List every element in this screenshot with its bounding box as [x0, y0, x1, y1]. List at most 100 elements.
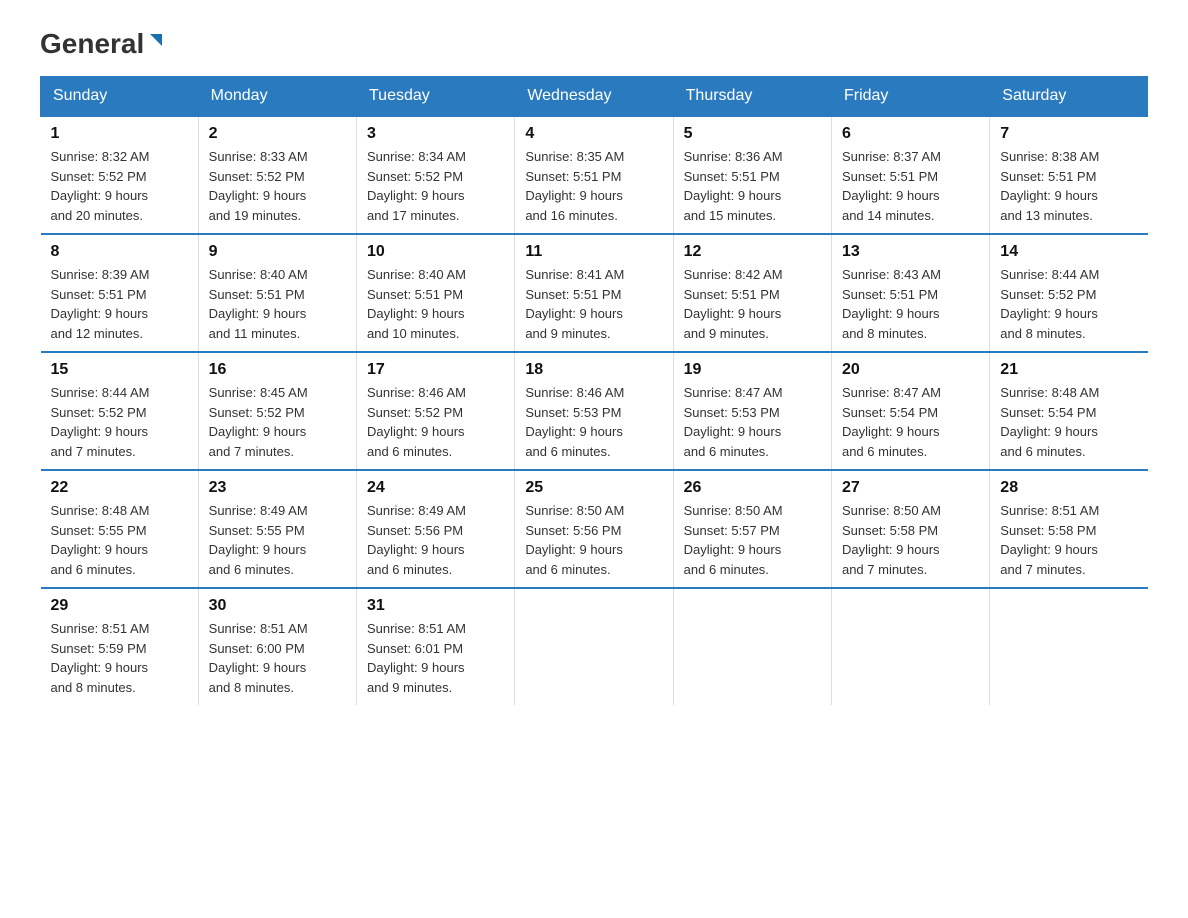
calendar-cell: 8 Sunrise: 8:39 AM Sunset: 5:51 PM Dayli… [41, 234, 199, 352]
day-info: Sunrise: 8:47 AM Sunset: 5:54 PM Dayligh… [842, 383, 979, 461]
day-info: Sunrise: 8:39 AM Sunset: 5:51 PM Dayligh… [51, 265, 188, 343]
calendar-cell: 12 Sunrise: 8:42 AM Sunset: 5:51 PM Dayl… [673, 234, 831, 352]
calendar-cell: 30 Sunrise: 8:51 AM Sunset: 6:00 PM Dayl… [198, 588, 356, 705]
day-info: Sunrise: 8:41 AM Sunset: 5:51 PM Dayligh… [525, 265, 662, 343]
calendar-cell [673, 588, 831, 705]
day-info: Sunrise: 8:32 AM Sunset: 5:52 PM Dayligh… [51, 147, 188, 225]
calendar-cell: 29 Sunrise: 8:51 AM Sunset: 5:59 PM Dayl… [41, 588, 199, 705]
calendar-cell: 15 Sunrise: 8:44 AM Sunset: 5:52 PM Dayl… [41, 352, 199, 470]
day-info: Sunrise: 8:51 AM Sunset: 5:58 PM Dayligh… [1000, 501, 1137, 579]
calendar-week-row: 22 Sunrise: 8:48 AM Sunset: 5:55 PM Dayl… [41, 470, 1148, 588]
calendar-cell: 23 Sunrise: 8:49 AM Sunset: 5:55 PM Dayl… [198, 470, 356, 588]
weekday-header-tuesday: Tuesday [356, 77, 514, 117]
day-number: 15 [51, 361, 188, 379]
day-number: 7 [1000, 125, 1137, 143]
day-number: 5 [684, 125, 821, 143]
day-info: Sunrise: 8:45 AM Sunset: 5:52 PM Dayligh… [209, 383, 346, 461]
day-info: Sunrise: 8:48 AM Sunset: 5:54 PM Dayligh… [1000, 383, 1137, 461]
calendar-cell: 1 Sunrise: 8:32 AM Sunset: 5:52 PM Dayli… [41, 116, 199, 234]
day-info: Sunrise: 8:34 AM Sunset: 5:52 PM Dayligh… [367, 147, 504, 225]
logo: General [40, 30, 166, 56]
day-info: Sunrise: 8:36 AM Sunset: 5:51 PM Dayligh… [684, 147, 821, 225]
calendar-week-row: 29 Sunrise: 8:51 AM Sunset: 5:59 PM Dayl… [41, 588, 1148, 705]
weekday-header-row: SundayMondayTuesdayWednesdayThursdayFrid… [41, 77, 1148, 117]
day-info: Sunrise: 8:46 AM Sunset: 5:53 PM Dayligh… [525, 383, 662, 461]
calendar-cell: 19 Sunrise: 8:47 AM Sunset: 5:53 PM Dayl… [673, 352, 831, 470]
day-info: Sunrise: 8:47 AM Sunset: 5:53 PM Dayligh… [684, 383, 821, 461]
day-info: Sunrise: 8:40 AM Sunset: 5:51 PM Dayligh… [367, 265, 504, 343]
day-number: 30 [209, 597, 346, 615]
calendar-cell: 6 Sunrise: 8:37 AM Sunset: 5:51 PM Dayli… [831, 116, 989, 234]
day-number: 21 [1000, 361, 1137, 379]
weekday-header-wednesday: Wednesday [515, 77, 673, 117]
calendar-cell [990, 588, 1148, 705]
calendar-cell: 5 Sunrise: 8:36 AM Sunset: 5:51 PM Dayli… [673, 116, 831, 234]
day-info: Sunrise: 8:37 AM Sunset: 5:51 PM Dayligh… [842, 147, 979, 225]
weekday-header-saturday: Saturday [990, 77, 1148, 117]
day-number: 13 [842, 243, 979, 261]
calendar-cell: 27 Sunrise: 8:50 AM Sunset: 5:58 PM Dayl… [831, 470, 989, 588]
calendar-cell: 28 Sunrise: 8:51 AM Sunset: 5:58 PM Dayl… [990, 470, 1148, 588]
calendar-cell: 3 Sunrise: 8:34 AM Sunset: 5:52 PM Dayli… [356, 116, 514, 234]
day-info: Sunrise: 8:50 AM Sunset: 5:58 PM Dayligh… [842, 501, 979, 579]
day-info: Sunrise: 8:50 AM Sunset: 5:57 PM Dayligh… [684, 501, 821, 579]
calendar-cell: 26 Sunrise: 8:50 AM Sunset: 5:57 PM Dayl… [673, 470, 831, 588]
day-number: 6 [842, 125, 979, 143]
day-number: 31 [367, 597, 504, 615]
calendar-cell: 31 Sunrise: 8:51 AM Sunset: 6:01 PM Dayl… [356, 588, 514, 705]
day-number: 4 [525, 125, 662, 143]
calendar-week-row: 8 Sunrise: 8:39 AM Sunset: 5:51 PM Dayli… [41, 234, 1148, 352]
day-number: 20 [842, 361, 979, 379]
calendar-week-row: 15 Sunrise: 8:44 AM Sunset: 5:52 PM Dayl… [41, 352, 1148, 470]
calendar-cell [515, 588, 673, 705]
day-info: Sunrise: 8:49 AM Sunset: 5:56 PM Dayligh… [367, 501, 504, 579]
day-number: 23 [209, 479, 346, 497]
day-info: Sunrise: 8:43 AM Sunset: 5:51 PM Dayligh… [842, 265, 979, 343]
day-info: Sunrise: 8:44 AM Sunset: 5:52 PM Dayligh… [1000, 265, 1137, 343]
calendar-cell: 24 Sunrise: 8:49 AM Sunset: 5:56 PM Dayl… [356, 470, 514, 588]
day-number: 25 [525, 479, 662, 497]
calendar-cell: 25 Sunrise: 8:50 AM Sunset: 5:56 PM Dayl… [515, 470, 673, 588]
calendar-table: SundayMondayTuesdayWednesdayThursdayFrid… [40, 76, 1148, 705]
calendar-cell: 17 Sunrise: 8:46 AM Sunset: 5:52 PM Dayl… [356, 352, 514, 470]
day-number: 3 [367, 125, 504, 143]
day-info: Sunrise: 8:42 AM Sunset: 5:51 PM Dayligh… [684, 265, 821, 343]
day-number: 24 [367, 479, 504, 497]
page-header: General [40, 30, 1148, 56]
calendar-cell: 10 Sunrise: 8:40 AM Sunset: 5:51 PM Dayl… [356, 234, 514, 352]
day-info: Sunrise: 8:44 AM Sunset: 5:52 PM Dayligh… [51, 383, 188, 461]
day-number: 14 [1000, 243, 1137, 261]
weekday-header-thursday: Thursday [673, 77, 831, 117]
day-info: Sunrise: 8:49 AM Sunset: 5:55 PM Dayligh… [209, 501, 346, 579]
day-number: 22 [51, 479, 188, 497]
day-info: Sunrise: 8:33 AM Sunset: 5:52 PM Dayligh… [209, 147, 346, 225]
day-number: 17 [367, 361, 504, 379]
day-info: Sunrise: 8:40 AM Sunset: 5:51 PM Dayligh… [209, 265, 346, 343]
day-number: 1 [51, 125, 188, 143]
day-info: Sunrise: 8:38 AM Sunset: 5:51 PM Dayligh… [1000, 147, 1137, 225]
calendar-cell: 16 Sunrise: 8:45 AM Sunset: 5:52 PM Dayl… [198, 352, 356, 470]
day-info: Sunrise: 8:51 AM Sunset: 6:00 PM Dayligh… [209, 619, 346, 697]
calendar-week-row: 1 Sunrise: 8:32 AM Sunset: 5:52 PM Dayli… [41, 116, 1148, 234]
calendar-cell: 4 Sunrise: 8:35 AM Sunset: 5:51 PM Dayli… [515, 116, 673, 234]
calendar-cell: 2 Sunrise: 8:33 AM Sunset: 5:52 PM Dayli… [198, 116, 356, 234]
day-info: Sunrise: 8:51 AM Sunset: 5:59 PM Dayligh… [51, 619, 188, 697]
calendar-cell: 11 Sunrise: 8:41 AM Sunset: 5:51 PM Dayl… [515, 234, 673, 352]
calendar-cell: 14 Sunrise: 8:44 AM Sunset: 5:52 PM Dayl… [990, 234, 1148, 352]
weekday-header-sunday: Sunday [41, 77, 199, 117]
calendar-cell: 21 Sunrise: 8:48 AM Sunset: 5:54 PM Dayl… [990, 352, 1148, 470]
calendar-cell: 22 Sunrise: 8:48 AM Sunset: 5:55 PM Dayl… [41, 470, 199, 588]
weekday-header-friday: Friday [831, 77, 989, 117]
calendar-cell [831, 588, 989, 705]
day-number: 10 [367, 243, 504, 261]
day-number: 28 [1000, 479, 1137, 497]
day-number: 8 [51, 243, 188, 261]
day-info: Sunrise: 8:46 AM Sunset: 5:52 PM Dayligh… [367, 383, 504, 461]
calendar-cell: 20 Sunrise: 8:47 AM Sunset: 5:54 PM Dayl… [831, 352, 989, 470]
calendar-cell: 9 Sunrise: 8:40 AM Sunset: 5:51 PM Dayli… [198, 234, 356, 352]
day-number: 27 [842, 479, 979, 497]
day-info: Sunrise: 8:35 AM Sunset: 5:51 PM Dayligh… [525, 147, 662, 225]
day-number: 12 [684, 243, 821, 261]
day-number: 19 [684, 361, 821, 379]
day-info: Sunrise: 8:50 AM Sunset: 5:56 PM Dayligh… [525, 501, 662, 579]
